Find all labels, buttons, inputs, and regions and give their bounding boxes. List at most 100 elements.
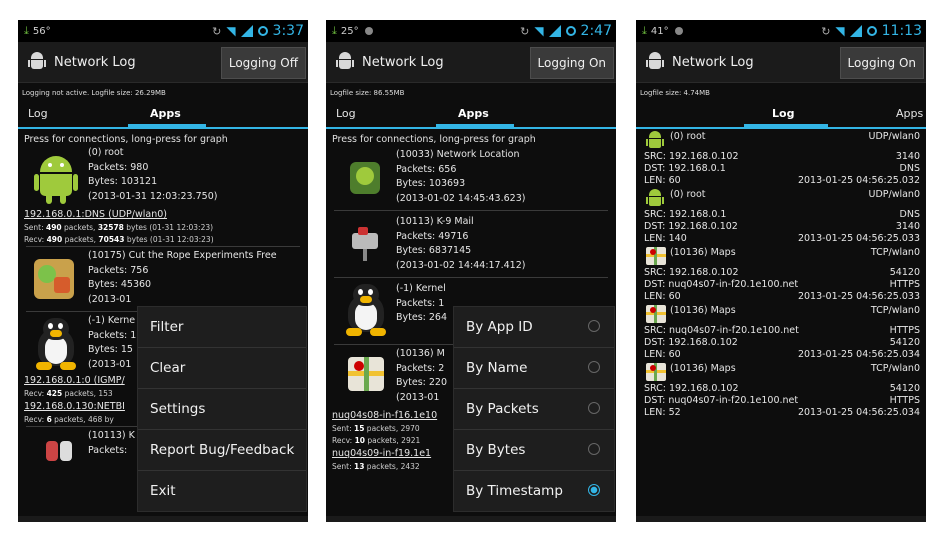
radio-button[interactable] [588, 402, 600, 414]
game-app-icon [34, 259, 74, 299]
hint-text: Press for connections, long-press for gr… [332, 134, 536, 145]
app-title: Network Log [54, 54, 136, 70]
tab-bar: Log Apps [18, 101, 308, 129]
sync-icon: ↻ [212, 24, 222, 38]
tab-log[interactable]: Log [336, 107, 356, 120]
logfile-info: Logfile size: 86.55MB [330, 89, 405, 97]
notification-icon [364, 27, 373, 35]
log-record[interactable]: (10136) Maps TCP/wlan0 SRC: nuq04s07-in-… [636, 303, 926, 361]
wifi-icon: ◥ [835, 24, 845, 38]
log-record[interactable]: (10136) Maps TCP/wlan0 SRC: 192.168.0.10… [636, 361, 926, 419]
status-bar: ⤓ 56° ↻ ◥ 3:37 [18, 20, 308, 42]
download-icon: ⤓ [642, 24, 647, 37]
screen-apps-sort: ⤓ 25° ↻ ◥ 2:47 Network Log Logging On Lo… [326, 20, 616, 522]
screen-apps-menu: ⤓ 56° ↻ ◥ 3:37 Network Log Logging Off L… [18, 20, 308, 522]
clock: 11:13 [881, 23, 922, 39]
log-record[interactable]: (0) root UDP/wlan0 SRC: 192.168.0.102 314… [636, 129, 926, 187]
tab-indicator [128, 124, 206, 127]
status-bar: ⤓ 41° ↻ ◥ 11:13 [636, 20, 926, 42]
tab-log[interactable]: Log [772, 107, 794, 120]
android-robot-icon [646, 131, 664, 151]
android-app-icon[interactable] [646, 52, 664, 72]
battery-icon [866, 26, 877, 36]
signal-icon [240, 25, 253, 37]
sort-by-packets[interactable]: By Packets [454, 388, 614, 429]
wifi-icon: ◥ [226, 24, 236, 38]
radio-button-selected[interactable] [588, 484, 600, 496]
sort-by-timestamp[interactable]: By Timestamp [454, 470, 614, 511]
logging-toggle-button[interactable]: Logging On [529, 47, 614, 79]
signal-icon [548, 25, 561, 37]
menu-item-clear[interactable]: Clear [138, 347, 306, 388]
temperature-label: 25° [340, 25, 359, 37]
menu-item-exit[interactable]: Exit [138, 470, 306, 511]
logfile-info: Logfile size: 4.74MB [640, 89, 710, 97]
list-item[interactable]: (0) root Packets: 980 Bytes: 103121 (201… [18, 146, 308, 208]
temperature-label: 41° [650, 25, 669, 37]
android-app-icon[interactable] [28, 52, 46, 72]
tux-penguin-icon [34, 318, 78, 370]
k9-mail-icon [42, 433, 76, 469]
network-location-icon [348, 160, 382, 196]
tab-indicator [744, 124, 828, 127]
tab-apps[interactable]: Apps [150, 107, 181, 120]
status-bar: ⤓ 25° ↻ ◥ 2:47 [326, 20, 616, 42]
menu-item-filter[interactable]: Filter [138, 307, 306, 347]
connection-link[interactable]: 192.168.0.1:DNS (UDP/wlan0) [18, 208, 308, 222]
tab-bar: Log Apps [636, 101, 926, 129]
maps-app-icon [348, 357, 384, 391]
maps-app-icon [646, 247, 666, 265]
tab-apps[interactable]: Apps [896, 107, 923, 120]
battery-icon [565, 26, 576, 36]
app-title: Network Log [362, 54, 444, 70]
connection-recv: Recv: 490 packets, 70543 bytes (01-31 12… [24, 235, 214, 244]
android-robot-icon [646, 189, 664, 209]
menu-item-settings[interactable]: Settings [138, 388, 306, 429]
maps-app-icon [646, 305, 666, 323]
download-icon: ⤓ [24, 24, 29, 37]
action-bar: Network Log Logging On [326, 42, 616, 83]
action-bar: Network Log Logging Off [18, 42, 308, 83]
nav-bar [18, 516, 308, 522]
clock: 2:47 [580, 23, 612, 39]
logging-toggle-button[interactable]: Logging On [839, 47, 924, 79]
connection-sent: Sent: 490 packets, 32578 bytes (01-31 12… [24, 223, 214, 232]
options-menu: Filter Clear Settings Report Bug/Feedbac… [137, 306, 307, 512]
clock: 3:37 [272, 23, 304, 39]
android-robot-icon [34, 156, 78, 204]
nav-bar [326, 516, 616, 522]
hint-text: Press for connections, long-press for gr… [24, 134, 228, 145]
sync-icon: ↻ [520, 24, 530, 38]
download-icon: ⤓ [332, 24, 337, 37]
log-record[interactable]: (10136) Maps TCP/wlan0 SRC: 192.168.0.10… [636, 245, 926, 303]
radio-button[interactable] [588, 361, 600, 373]
sort-by-app-id[interactable]: By App ID [454, 307, 614, 347]
tab-bar: Log Apps [326, 101, 616, 129]
sort-by-bytes[interactable]: By Bytes [454, 429, 614, 470]
logfile-info: Logging not active. Logfile size: 26.29M… [22, 89, 166, 97]
list-item[interactable]: (10113) K-9 Mail Packets: 49716 Bytes: 6… [326, 211, 616, 277]
list-item[interactable]: (10033) Network Location Packets: 656 By… [326, 146, 616, 210]
log-record[interactable]: (0) root UDP/wlan0 SRC: 192.168.0.1 DNS D… [636, 187, 926, 245]
tab-apps[interactable]: Apps [458, 107, 489, 120]
android-app-icon[interactable] [336, 52, 354, 72]
sort-by-name[interactable]: By Name [454, 347, 614, 388]
nav-bar [636, 516, 926, 522]
screen-log: ⤓ 41° ↻ ◥ 11:13 Network Log Logging On L… [636, 20, 926, 522]
action-bar: Network Log Logging On [636, 42, 926, 83]
list-item[interactable]: (10175) Cut the Rope Experiments Free Pa… [18, 247, 308, 311]
menu-item-report-bug[interactable]: Report Bug/Feedback [138, 429, 306, 470]
app-title: Network Log [672, 54, 754, 70]
battery-icon [257, 26, 268, 36]
tux-penguin-icon [344, 284, 388, 336]
logging-toggle-button[interactable]: Logging Off [220, 47, 306, 79]
maps-app-icon [646, 363, 666, 381]
sort-menu: By App ID By Name By Packets By Bytes By… [453, 306, 615, 512]
wifi-icon: ◥ [534, 24, 544, 38]
tab-log[interactable]: Log [28, 107, 48, 120]
radio-button[interactable] [588, 443, 600, 455]
temperature-label: 56° [32, 25, 51, 37]
log-list: (0) root UDP/wlan0 SRC: 192.168.0.102 314… [636, 129, 926, 419]
tab-indicator [436, 124, 514, 127]
radio-button[interactable] [588, 320, 600, 332]
